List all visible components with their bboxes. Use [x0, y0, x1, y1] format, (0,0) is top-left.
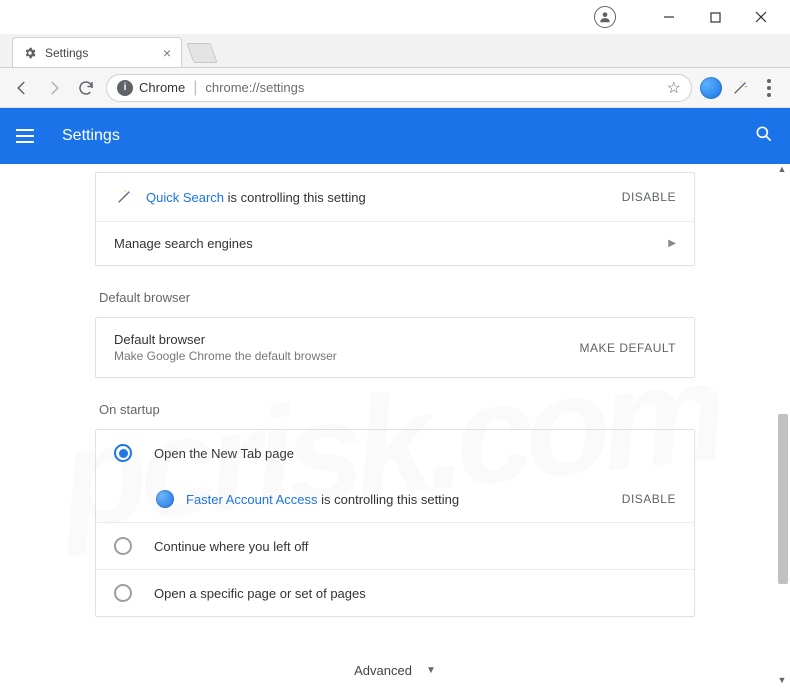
- disable-button[interactable]: DISABLE: [622, 190, 676, 204]
- section-on-startup: On startup: [99, 402, 691, 417]
- section-default-browser: Default browser: [99, 290, 691, 305]
- tab-title: Settings: [45, 46, 88, 60]
- extension-name-link[interactable]: Quick Search: [146, 190, 224, 205]
- make-default-button[interactable]: MAKE DEFAULT: [580, 341, 676, 355]
- extension-blue-icon: [156, 490, 174, 508]
- startup-option-continue[interactable]: Continue where you left off: [96, 522, 694, 569]
- toolbar: i Chrome | chrome://settings ☆: [0, 68, 790, 108]
- scroll-up-icon[interactable]: ▲: [776, 164, 788, 178]
- extension2-controlling-text: is controlling this setting: [318, 492, 460, 507]
- reload-button[interactable]: [74, 76, 98, 100]
- radio-newtab[interactable]: [114, 444, 132, 462]
- profile-icon[interactable]: [594, 6, 616, 28]
- default-browser-title: Default browser: [114, 332, 337, 347]
- site-info-icon[interactable]: i Chrome: [117, 80, 185, 96]
- url-scheme-label: Chrome: [139, 80, 185, 95]
- forward-button[interactable]: [42, 76, 66, 100]
- search-engine-card: Quick Search is controlling this setting…: [95, 172, 695, 266]
- controlling-text: is controlling this setting: [224, 190, 366, 205]
- startup-extension-row: Faster Account Access is controlling thi…: [96, 476, 694, 522]
- settings-header: Settings: [0, 108, 790, 164]
- chevron-right-icon: ▶: [668, 238, 676, 249]
- bookmark-star-icon[interactable]: ☆: [667, 78, 681, 98]
- extension-icon-wand[interactable]: [730, 78, 750, 98]
- startup-card: Open the New Tab page Faster Account Acc…: [95, 429, 695, 617]
- chrome-menu-icon[interactable]: [758, 77, 780, 99]
- menu-icon[interactable]: [16, 124, 40, 148]
- startup-specific-label: Open a specific page or set of pages: [154, 586, 366, 601]
- tab-strip: Settings ×: [0, 34, 790, 68]
- minimize-button[interactable]: [646, 0, 692, 34]
- startup-continue-label: Continue where you left off: [154, 539, 308, 554]
- scroll-down-icon[interactable]: ▼: [776, 675, 788, 689]
- chevron-down-icon: ▼: [426, 665, 436, 676]
- advanced-toggle[interactable]: Advanced ▼: [95, 641, 695, 689]
- scrollbar[interactable]: ▲ ▼: [776, 164, 788, 689]
- manage-search-engines-row[interactable]: Manage search engines ▶: [96, 221, 694, 265]
- gear-icon: [23, 46, 37, 60]
- startup-option-specific[interactable]: Open a specific page or set of pages: [96, 569, 694, 616]
- close-button[interactable]: [738, 0, 784, 34]
- scroll-thumb[interactable]: [778, 414, 788, 584]
- radio-continue[interactable]: [114, 537, 132, 555]
- manage-search-label: Manage search engines: [114, 236, 253, 251]
- default-browser-desc: Make Google Chrome the default browser: [114, 349, 337, 363]
- new-tab-button[interactable]: [186, 43, 217, 63]
- search-icon[interactable]: [754, 124, 774, 149]
- tab-close-icon[interactable]: ×: [163, 45, 171, 61]
- disable-button-2[interactable]: DISABLE: [622, 492, 676, 506]
- extension2-name-link[interactable]: Faster Account Access: [186, 492, 318, 507]
- extension-controlling-row: Quick Search is controlling this setting…: [96, 173, 694, 221]
- extension-icon-blue[interactable]: [700, 77, 722, 99]
- startup-newtab-label: Open the New Tab page: [154, 446, 294, 461]
- url-separator: |: [193, 79, 197, 97]
- back-button[interactable]: [10, 76, 34, 100]
- window-titlebar: [0, 0, 790, 34]
- address-bar[interactable]: i Chrome | chrome://settings ☆: [106, 74, 692, 102]
- url-path: chrome://settings: [205, 80, 304, 95]
- default-browser-row: Default browser Make Google Chrome the d…: [96, 318, 694, 377]
- radio-specific[interactable]: [114, 584, 132, 602]
- tab-settings[interactable]: Settings ×: [12, 37, 182, 67]
- maximize-button[interactable]: [692, 0, 738, 34]
- startup-option-newtab[interactable]: Open the New Tab page: [96, 430, 694, 476]
- extension-wand-icon: [114, 187, 134, 207]
- default-browser-card: Default browser Make Google Chrome the d…: [95, 317, 695, 378]
- page-title: Settings: [62, 127, 120, 145]
- advanced-label: Advanced: [354, 663, 412, 678]
